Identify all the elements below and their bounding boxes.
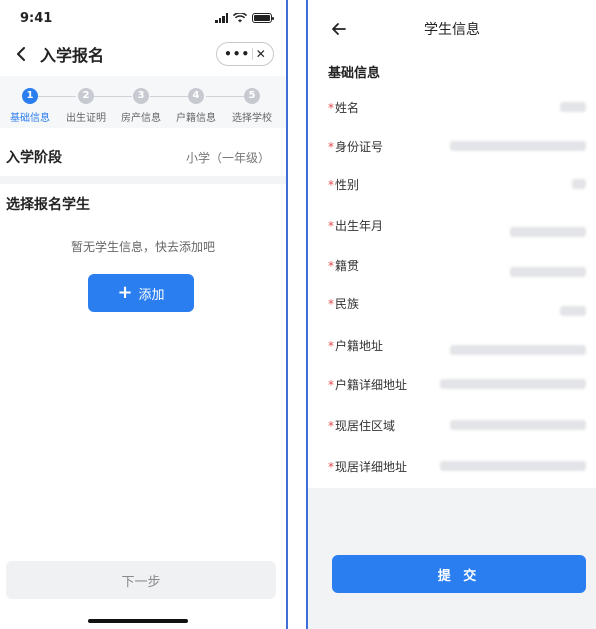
- step-property-info[interactable]: 3 房产信息: [113, 88, 169, 124]
- next-button-label: 下一步: [121, 574, 161, 590]
- field-value-redacted: [450, 420, 586, 430]
- required-mark: *: [328, 418, 334, 433]
- required-mark: *: [328, 459, 334, 474]
- field-value-redacted: [560, 306, 586, 316]
- status-bar: 9:41: [0, 0, 286, 36]
- step-progress: 1 基础信息 2 出生证明 3 房产信息 4 户籍信息 5 选择学校: [0, 76, 286, 128]
- step-label: 基础信息: [10, 113, 50, 124]
- wifi-icon: [233, 13, 247, 23]
- nav-bar: 学生信息: [308, 14, 596, 44]
- field-value-redacted: [510, 267, 586, 277]
- back-chevron-icon[interactable]: [10, 43, 32, 65]
- field-name[interactable]: *姓名: [328, 96, 586, 118]
- field-value-redacted: [560, 102, 586, 112]
- field-label: 现居住区域: [335, 418, 396, 433]
- step-household-info[interactable]: 4 户籍信息: [168, 88, 224, 124]
- field-household-detail-address[interactable]: *户籍详细地址: [328, 373, 586, 395]
- student-info-screen: 学生信息 基础信息 *姓名 *身份证号 *性别 *出生年月 *籍贯 *民族 *户: [306, 0, 596, 629]
- step-label: 选择学校: [232, 113, 272, 124]
- page-title: 入学报名: [40, 46, 105, 65]
- page-title: 学生信息: [424, 22, 480, 38]
- basic-info-section-title: 基础信息: [328, 66, 381, 81]
- field-value-redacted: [510, 227, 586, 237]
- field-value-redacted: [450, 141, 586, 151]
- next-step-button[interactable]: 下一步: [6, 561, 276, 599]
- signal-icon: [215, 13, 228, 23]
- field-label: 民族: [335, 296, 360, 311]
- miniapp-capsule: ••• ✕: [216, 42, 274, 66]
- status-time: 9:41: [20, 10, 53, 26]
- nav-bar: 入学报名 ••• ✕: [0, 36, 286, 72]
- more-icon[interactable]: •••: [224, 48, 250, 60]
- step-number: 1: [22, 88, 38, 104]
- step-number: 5: [244, 88, 260, 104]
- stage-value: 小学（一年级）: [185, 150, 270, 165]
- required-mark: *: [328, 338, 334, 353]
- field-value-redacted: [450, 345, 586, 355]
- submit-button-label: 提 交: [437, 568, 481, 584]
- required-mark: *: [328, 218, 334, 233]
- back-arrow-icon[interactable]: [328, 18, 350, 40]
- step-number: 4: [188, 88, 204, 104]
- enrollment-stage-row[interactable]: 入学阶段 小学（一年级）: [0, 138, 286, 184]
- field-residence-area[interactable]: *现居住区域: [328, 414, 586, 436]
- add-student-button[interactable]: + 添加: [88, 274, 194, 312]
- enrollment-screen: 9:41 入学报名 ••• ✕ 1 基础信息 2 出生证明 3 房产信息 4 户…: [0, 0, 288, 629]
- step-label: 户籍信息: [176, 113, 216, 124]
- step-number: 2: [78, 88, 94, 104]
- field-ethnicity[interactable]: *民族: [328, 292, 586, 316]
- add-button-label: 添加: [138, 287, 165, 303]
- step-basic-info[interactable]: 1 基础信息: [2, 88, 58, 124]
- field-label: 身份证号: [335, 139, 384, 154]
- status-icons: [215, 13, 274, 23]
- required-mark: *: [328, 139, 334, 154]
- field-label: 籍贯: [335, 258, 360, 273]
- home-indicator: [88, 619, 188, 623]
- field-value-redacted: [440, 461, 586, 471]
- required-mark: *: [328, 177, 334, 192]
- field-native-place[interactable]: *籍贯: [328, 254, 586, 277]
- plus-icon: +: [117, 282, 133, 303]
- step-choose-school[interactable]: 5 选择学校: [224, 88, 280, 124]
- submit-button[interactable]: 提 交: [332, 555, 586, 593]
- capsule-separator: [252, 48, 254, 60]
- field-residence-detail-address[interactable]: *现居详细地址: [328, 455, 586, 477]
- field-gender[interactable]: *性别: [328, 173, 586, 195]
- step-number: 3: [133, 88, 149, 104]
- field-id-number[interactable]: *身份证号: [328, 135, 586, 157]
- screenshot-stage: 9:41 入学报名 ••• ✕ 1 基础信息 2 出生证明 3 房产信息 4 户…: [0, 0, 596, 629]
- field-value-redacted: [440, 379, 586, 389]
- field-label: 现居详细地址: [335, 459, 408, 474]
- field-label: 姓名: [335, 100, 360, 115]
- required-mark: *: [328, 100, 334, 115]
- field-label: 出生年月: [335, 218, 384, 233]
- choose-student-title: 选择报名学生: [6, 197, 90, 213]
- step-label: 房产信息: [121, 113, 161, 124]
- required-mark: *: [328, 377, 334, 392]
- required-mark: *: [328, 258, 334, 273]
- field-household-address[interactable]: *户籍地址: [328, 334, 586, 356]
- field-label: 户籍地址: [335, 338, 384, 353]
- field-birth-date[interactable]: *出生年月: [328, 214, 586, 237]
- empty-student-hint: 暂无学生信息，快去添加吧: [70, 240, 215, 254]
- field-value-redacted: [572, 179, 586, 189]
- battery-icon: [252, 13, 274, 23]
- step-birth-certificate[interactable]: 2 出生证明: [58, 88, 114, 124]
- close-icon[interactable]: ✕: [256, 48, 266, 60]
- field-label: 性别: [335, 177, 360, 192]
- required-mark: *: [328, 296, 334, 311]
- step-label: 出生证明: [66, 113, 106, 124]
- field-label: 户籍详细地址: [335, 377, 408, 392]
- stage-label: 入学阶段: [6, 150, 62, 166]
